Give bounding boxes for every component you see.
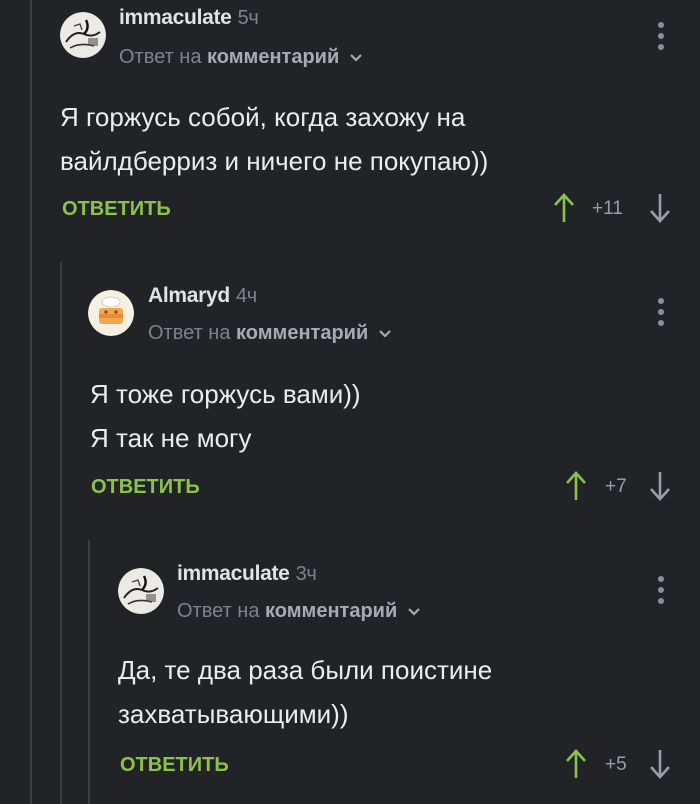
comment-body: Я горжусь собой, когда захожу на вайлдбе…: [60, 95, 488, 183]
arrow-up-icon[interactable]: [564, 748, 588, 780]
more-vertical-icon[interactable]: [656, 22, 666, 50]
arrow-up-icon[interactable]: [564, 470, 588, 502]
reply-prefix: Ответ на: [148, 322, 231, 344]
reply-target-link[interactable]: комментарий: [207, 46, 339, 68]
more-vertical-icon[interactable]: [656, 576, 666, 604]
comment-line: Я тоже горжусь вами)): [90, 379, 361, 409]
avatar-sketch-icon: [60, 12, 106, 58]
comment-body: Я тоже горжусь вами)) Я так не могу: [90, 372, 361, 460]
comment-line: Да, те два раза были поистине: [118, 655, 493, 685]
author-label: immaculate: [119, 6, 232, 29]
chevron-down-icon[interactable]: [407, 607, 421, 617]
reply-prefix: Ответ на: [119, 46, 202, 68]
avatar[interactable]: [118, 568, 164, 614]
vote-control: +11: [552, 192, 676, 226]
timestamp: 4ч: [235, 285, 257, 307]
author-label: Almaryd: [148, 284, 230, 307]
timestamp: 5ч: [237, 7, 259, 29]
reply-button[interactable]: ОТВЕТИТЬ: [91, 476, 200, 499]
comment-line: Я так не могу: [90, 423, 252, 453]
author-label: immaculate: [177, 562, 290, 585]
avatar[interactable]: [88, 290, 134, 336]
arrow-up-icon[interactable]: [552, 192, 576, 224]
more-vertical-icon[interactable]: [656, 298, 666, 326]
timestamp: 3ч: [295, 563, 317, 585]
score: +7: [605, 476, 627, 497]
reply-prefix: Ответ на: [177, 600, 260, 622]
vote-control: +7: [564, 470, 676, 504]
score: +5: [605, 754, 627, 775]
score: +11: [592, 198, 623, 219]
avatar-sketch-icon: [118, 568, 164, 614]
reply-button[interactable]: ОТВЕТИТЬ: [120, 754, 229, 777]
chevron-down-icon[interactable]: [378, 329, 392, 339]
avatar-cake-icon: [88, 290, 134, 336]
vote-control: +5: [564, 748, 676, 782]
author-name[interactable]: immaculate 3ч: [177, 562, 317, 586]
comment-line: Я горжусь собой, когда захожу на: [60, 102, 466, 132]
author-name[interactable]: immaculate 5ч: [119, 6, 259, 30]
author-name[interactable]: Almaryd 4ч: [148, 284, 257, 308]
reply-target-link[interactable]: комментарий: [265, 600, 397, 622]
comment-body: Да, те два раза были поистине захватываю…: [118, 648, 492, 736]
comment-1: immaculate 5ч Ответ на комментарий Я горж…: [0, 0, 700, 262]
comment-2: Almaryd 4ч Ответ на комментарий Я тоже го…: [0, 262, 700, 540]
chevron-down-icon[interactable]: [349, 53, 363, 63]
arrow-down-icon[interactable]: [648, 192, 672, 224]
avatar[interactable]: [60, 12, 106, 58]
arrow-down-icon[interactable]: [648, 470, 672, 502]
comment-line: вайлдберриз и ничего не покупаю)): [60, 146, 489, 176]
reply-to[interactable]: Ответ на комментарий: [119, 46, 363, 69]
reply-target-link[interactable]: комментарий: [236, 322, 368, 344]
arrow-down-icon[interactable]: [648, 748, 672, 780]
comment-3: immaculate 3ч Ответ на комментарий Да, те…: [0, 540, 700, 804]
reply-button[interactable]: ОТВЕТИТЬ: [62, 198, 171, 221]
reply-to[interactable]: Ответ на комментарий: [148, 322, 392, 345]
reply-to[interactable]: Ответ на комментарий: [177, 600, 421, 623]
comment-line: захватывающими)): [118, 699, 349, 729]
